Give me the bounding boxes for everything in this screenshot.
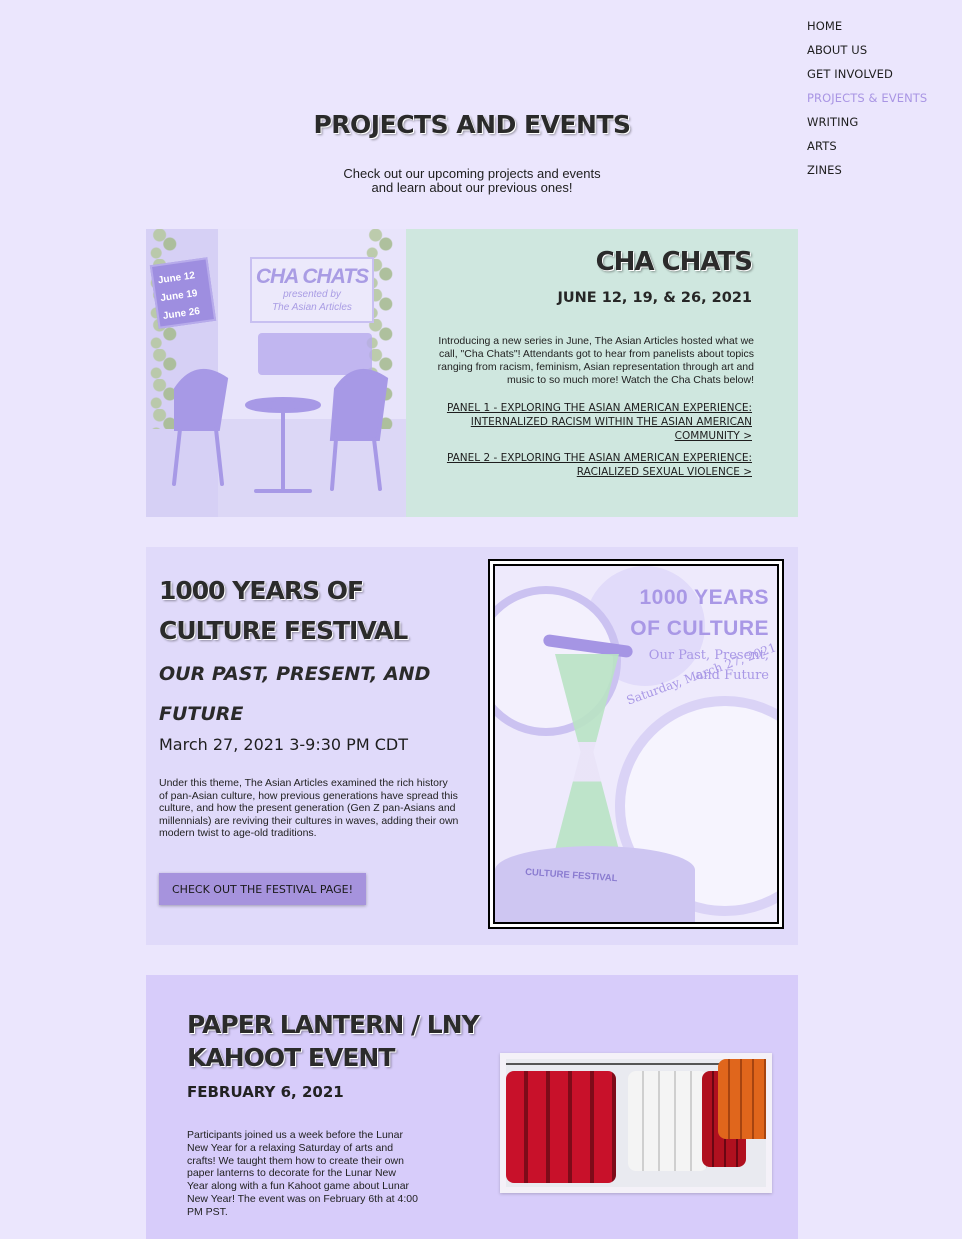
festival-title: 1000 YEARS OF CULTURE FESTIVAL — [159, 576, 408, 645]
nav-about-us[interactable]: ABOUT US — [807, 38, 927, 62]
lantern-card: PAPER LANTERN / LNY KAHOOT EVENT FEBRUAR… — [146, 975, 798, 1239]
lantern-photo[interactable] — [500, 1053, 772, 1193]
festival-subtitle: OUR PAST, PRESENT, AND FUTURE — [159, 663, 431, 725]
nav-home[interactable]: HOME — [807, 14, 927, 38]
cha-chats-image: June 12 June 19 June 26 CHA CHATS presen… — [146, 229, 406, 517]
cha-chats-date: JUNE 12, 19, & 26, 2021 — [557, 290, 752, 306]
nav-projects-events[interactable]: PROJECTS & EVENTS — [807, 86, 927, 110]
nav-get-involved[interactable]: GET INVOLVED — [807, 62, 927, 86]
cha-chats-description: Introducing a new series in June, The As… — [437, 335, 754, 386]
poster-title-line-2: OF CULTURE — [630, 617, 769, 640]
white-lantern — [628, 1071, 708, 1171]
image-sign-presented: presented by — [283, 289, 341, 300]
festival-date: March 27, 2021 3-9:30 PM CDT — [159, 735, 408, 754]
poster-pedestal — [495, 846, 695, 922]
lantern-date: FEBRUARY 6, 2021 — [187, 1083, 344, 1101]
poster-art: 1000 YEARS OF CULTURE Our Past, Present,… — [493, 564, 779, 924]
intro-line-2: and learn about our previous ones! — [371, 180, 573, 195]
festival-card: 1000 YEARS OF CULTURE FESTIVAL OUR PAST,… — [146, 547, 798, 945]
intro-line-1: Check out our upcoming projects and even… — [343, 166, 601, 181]
image-sign: CHA CHATS presented by The Asian Article… — [250, 257, 374, 323]
festival-description: Under this theme, The Asian Articles exa… — [159, 777, 459, 839]
lantern-title: PAPER LANTERN / LNY KAHOOT EVENT — [187, 1010, 480, 1072]
panel-2-link[interactable]: PANEL 2 - EXPLORING THE ASIAN AMERICAN E… — [422, 451, 752, 479]
hourglass-icon — [555, 654, 619, 850]
cafe-chairs-illustration — [172, 369, 389, 493]
cha-chats-title: CHA CHATS — [595, 247, 753, 277]
lantern-photo-image — [506, 1059, 766, 1187]
poster-title: 1000 YEARS OF CULTURE — [630, 582, 769, 644]
image-sign-org: The Asian Articles — [272, 302, 352, 313]
image-sign-title: CHA CHATS — [255, 265, 369, 288]
festival-page-button[interactable]: CHECK OUT THE FESTIVAL PAGE! — [159, 873, 366, 905]
orange-lantern — [718, 1059, 766, 1139]
festival-poster[interactable]: 1000 YEARS OF CULTURE Our Past, Present,… — [488, 559, 784, 929]
page-intro: Check out our upcoming projects and even… — [0, 167, 944, 195]
main-nav: HOME ABOUT US GET INVOLVED PROJECTS & EV… — [807, 14, 927, 182]
image-dates-sign: June 12 June 19 June 26 — [149, 257, 217, 329]
page-title: PROJECTS AND EVENTS — [313, 110, 631, 139]
red-lantern — [506, 1071, 616, 1183]
lantern-description: Participants joined us a week before the… — [187, 1129, 418, 1218]
panel-1-link[interactable]: PANEL 1 - EXPLORING THE ASIAN AMERICAN E… — [422, 401, 752, 443]
poster-title-line-1: 1000 YEARS — [639, 586, 769, 609]
cha-chats-card: June 12 June 19 June 26 CHA CHATS presen… — [146, 229, 798, 517]
cha-chats-text: CHA CHATS JUNE 12, 19, & 26, 2021 Introd… — [406, 229, 798, 517]
